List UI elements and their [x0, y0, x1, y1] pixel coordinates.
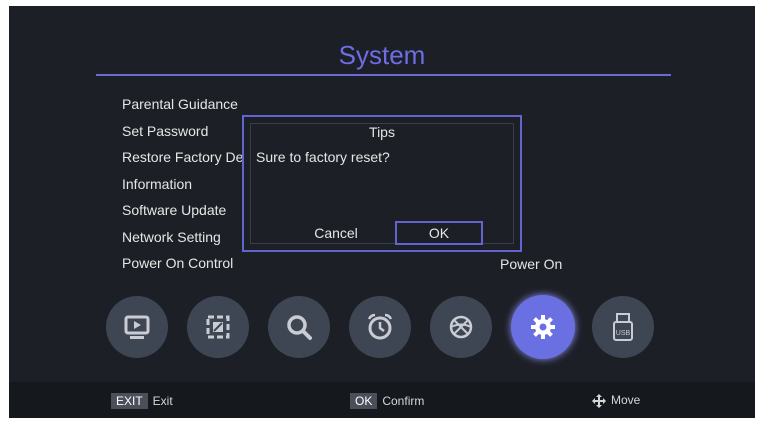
ok-button[interactable]: OK — [395, 221, 483, 245]
power-on-value[interactable]: Power On — [500, 256, 562, 272]
move-arrows-icon — [592, 394, 606, 408]
exit-label: Exit — [152, 394, 173, 408]
title-divider — [96, 74, 671, 76]
move-hint[interactable]: Move — [591, 393, 640, 409]
gear-icon — [531, 315, 555, 339]
exit-key: EXIT — [111, 393, 148, 409]
picture-icon — [206, 315, 230, 339]
page-title: System — [338, 40, 426, 70]
picture-menu-button[interactable] — [187, 296, 249, 358]
tips-dialog: Tips Sure to factory reset? Cancel OK — [242, 115, 522, 252]
dialog-message: Sure to factory reset? — [256, 149, 390, 165]
move-label: Move — [611, 393, 641, 408]
exit-hint[interactable]: EXIT Exit — [111, 393, 173, 409]
cancel-button[interactable]: Cancel — [300, 221, 372, 245]
usb-icon: USB — [613, 313, 633, 341]
footer-bar: EXIT Exit OK Confirm Move — [9, 382, 755, 418]
ball-icon — [449, 315, 473, 339]
usb-menu-button[interactable]: USB — [592, 296, 654, 358]
ball-menu-button[interactable] — [430, 296, 492, 358]
svg-text:USB: USB — [616, 330, 631, 337]
settings-menu-button[interactable] — [511, 295, 575, 359]
alarm-clock-icon — [367, 313, 393, 340]
search-icon — [287, 315, 312, 340]
tv-menu-button[interactable] — [106, 296, 168, 358]
menu-item-power-on-control[interactable]: Power On Control — [122, 255, 270, 282]
confirm-hint[interactable]: OK Confirm — [350, 393, 424, 409]
confirm-label: Confirm — [382, 394, 425, 408]
ok-key: OK — [350, 393, 378, 409]
search-menu-button[interactable] — [268, 296, 330, 358]
screen: System Parental Guidance Set Password Re… — [9, 6, 755, 418]
alarm-menu-button[interactable] — [349, 296, 411, 358]
dialog-title: Tips — [369, 124, 395, 140]
tv-icon — [124, 315, 150, 339]
